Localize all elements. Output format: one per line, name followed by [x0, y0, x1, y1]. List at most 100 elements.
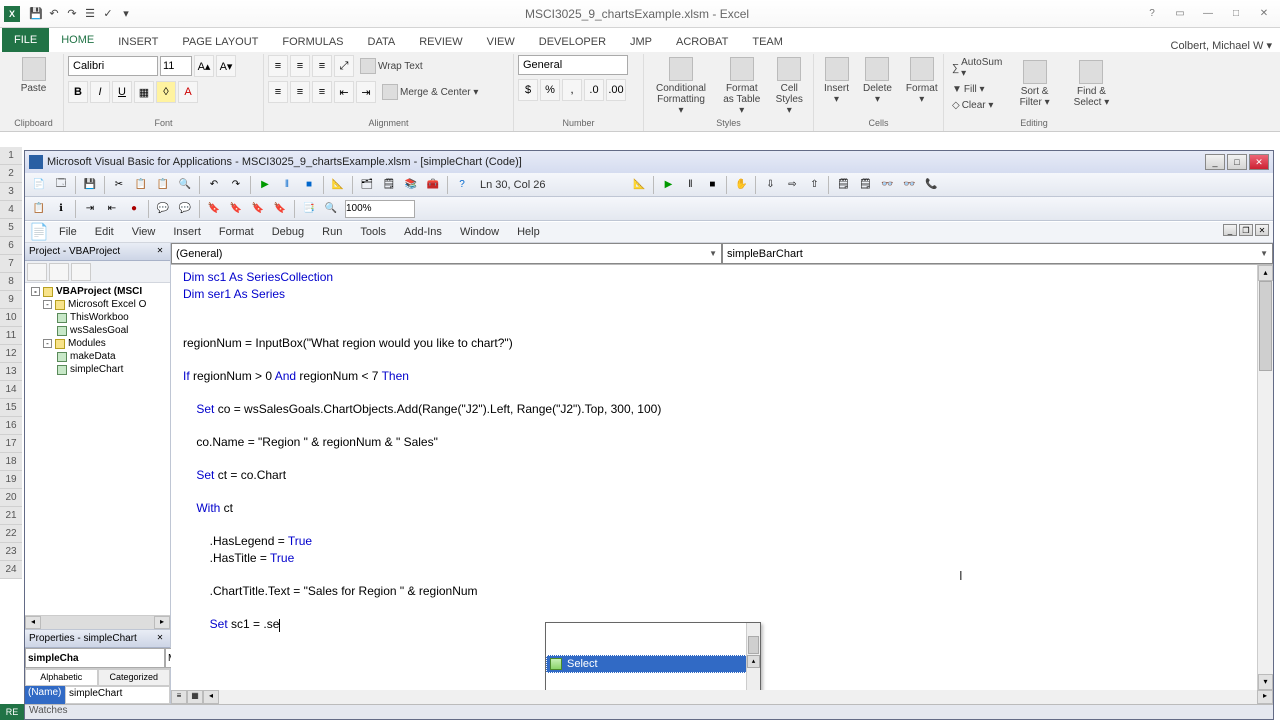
project-panel-close-icon[interactable]: ✕ [154, 246, 166, 258]
object-dropdown[interactable]: (General)▼ [171, 243, 722, 264]
tab-developer[interactable]: DEVELOPER [527, 32, 618, 52]
font-name-input[interactable] [68, 56, 158, 76]
tab-jmp[interactable]: JMP [618, 32, 664, 52]
vba-minimize-icon[interactable]: _ [1205, 154, 1225, 170]
prop-name-value[interactable]: simpleChart [65, 686, 170, 704]
cut-icon[interactable]: ✂ [109, 175, 129, 195]
outdent-icon[interactable]: ⇤ [102, 199, 122, 219]
tree-modules[interactable]: -Modules [27, 337, 168, 350]
breakpoint-icon[interactable]: ● [124, 199, 144, 219]
menu-file[interactable]: File [51, 224, 85, 240]
row-header[interactable]: 8 [0, 273, 22, 291]
close-icon[interactable]: ✕ [1252, 5, 1276, 23]
properties-icon[interactable]: 🗒 [379, 175, 399, 195]
row-header[interactable]: 10 [0, 309, 22, 327]
project-explorer-icon[interactable]: 🗂 [357, 175, 377, 195]
autosum-button[interactable]: ∑ AutoSum ▾ [948, 55, 1006, 81]
view-object-icon[interactable]: 🗔 [51, 175, 71, 195]
design-mode-icon[interactable]: 📐 [328, 175, 348, 195]
qat-dropdown-icon[interactable]: ▾ [118, 6, 134, 22]
menu-addins[interactable]: Add-Ins [396, 224, 450, 240]
watch-icon[interactable]: 👓 [877, 175, 897, 195]
tab-formulas[interactable]: FORMULAS [270, 32, 355, 52]
tab-acrobat[interactable]: ACROBAT [664, 32, 740, 52]
row-header[interactable]: 20 [0, 489, 22, 507]
ribbon-options-icon[interactable]: ▭ [1168, 5, 1192, 23]
code-hscrollbar[interactable]: ≡ ▦ ◂ ▸ [171, 690, 1273, 704]
run2-icon[interactable]: ▶ [658, 175, 678, 195]
orientation-icon[interactable]: ⤢ [334, 55, 354, 77]
percent-icon[interactable]: % [540, 79, 560, 101]
row-header[interactable]: 6 [0, 237, 22, 255]
save-icon[interactable]: 💾 [28, 6, 44, 22]
tree-makedata[interactable]: makeData [27, 350, 168, 363]
minimize-icon[interactable]: — [1196, 5, 1220, 23]
row-header[interactable]: 14 [0, 381, 22, 399]
user-name[interactable]: Colbert, Michael W ▾ [1171, 39, 1280, 52]
menu-insert[interactable]: Insert [165, 224, 209, 240]
touch-icon[interactable]: ☰ [82, 6, 98, 22]
border-button[interactable]: ▦ [134, 81, 154, 103]
tab-insert[interactable]: INSERT [106, 32, 170, 52]
view-object-icon[interactable] [49, 263, 69, 281]
menu-edit[interactable]: Edit [87, 224, 122, 240]
italic-button[interactable]: I [90, 81, 110, 103]
props-tab-categorized[interactable]: Categorized [98, 669, 171, 686]
run-icon[interactable]: ▶ [255, 175, 275, 195]
font-color-button[interactable]: A [178, 81, 198, 103]
props-object-select[interactable] [25, 648, 165, 668]
maximize-icon[interactable]: □ [1224, 5, 1248, 23]
locals-icon[interactable]: 🗒 [833, 175, 853, 195]
row-header[interactable]: 24 [0, 561, 22, 579]
row-header[interactable]: 5 [0, 219, 22, 237]
redo-icon[interactable]: ↷ [64, 6, 80, 22]
find-select-button[interactable]: Find & Select ▾ [1063, 58, 1120, 110]
wrap-text-button[interactable]: Wrap Text [356, 56, 427, 76]
menu-format[interactable]: Format [211, 224, 262, 240]
tree-toggle-icon[interactable]: - [43, 300, 52, 309]
row-header[interactable]: 17 [0, 435, 22, 453]
toolbox-icon[interactable]: 🧰 [423, 175, 443, 195]
fill-button[interactable]: ▼ Fill ▾ [948, 82, 1006, 97]
find-icon[interactable]: 🔍 [175, 175, 195, 195]
align-top-icon[interactable]: ≡ [268, 55, 288, 77]
number-format-input[interactable] [518, 55, 628, 75]
tree-wssalesgoals[interactable]: wsSalesGoal [27, 324, 168, 337]
save-icon[interactable]: 💾 [80, 175, 100, 195]
row-header[interactable]: 23 [0, 543, 22, 561]
scroll-up-icon[interactable]: ▴ [747, 655, 760, 668]
quickwatch-icon[interactable]: 👓 [899, 175, 919, 195]
row-header[interactable]: 12 [0, 345, 22, 363]
project-panel-title[interactable]: Project - VBAProject ✕ [25, 243, 170, 261]
tab-order-icon[interactable]: 📑 [299, 199, 319, 219]
comma-icon[interactable]: , [562, 79, 582, 101]
tab-home[interactable]: HOME [49, 30, 106, 52]
font-size-input[interactable] [160, 56, 192, 76]
merge-button[interactable]: Merge & Center ▾ [378, 82, 482, 102]
menu-debug[interactable]: Debug [264, 224, 312, 240]
row-header[interactable]: 9 [0, 291, 22, 309]
help-icon[interactable]: ? [1140, 5, 1164, 23]
step-out-icon[interactable]: ⇧ [804, 175, 824, 195]
shrink-font-icon[interactable]: A▾ [216, 55, 236, 77]
menu-view[interactable]: View [124, 224, 164, 240]
dec-decimal-icon[interactable]: .00 [606, 79, 626, 101]
step-over-icon[interactable]: ⇨ [782, 175, 802, 195]
row-header[interactable]: 21 [0, 507, 22, 525]
full-view-icon[interactable]: ▦ [187, 690, 203, 704]
watches-panel[interactable]: Watches [25, 704, 1273, 719]
tab-data[interactable]: DATA [356, 32, 408, 52]
cond-format-button[interactable]: Conditional Formatting ▾ [648, 55, 714, 118]
tab-review[interactable]: REVIEW [407, 32, 474, 52]
childwin-restore-icon[interactable]: ❐ [1239, 224, 1253, 236]
prev-bookmark-icon[interactable]: 🔖 [248, 199, 268, 219]
currency-icon[interactable]: $ [518, 79, 538, 101]
format-table-button[interactable]: Format as Table ▾ [716, 55, 768, 118]
pause2-icon[interactable]: ‖ [680, 175, 700, 195]
childwin-min-icon[interactable]: _ [1223, 224, 1237, 236]
spellcheck-icon[interactable]: ✓ [100, 6, 116, 22]
object-browser-icon[interactable]: 📚 [401, 175, 421, 195]
paste-button[interactable]: Paste [8, 55, 59, 96]
delete-cells-button[interactable]: Delete ▾ [857, 55, 898, 107]
indent-dec-icon[interactable]: ⇤ [334, 81, 354, 103]
